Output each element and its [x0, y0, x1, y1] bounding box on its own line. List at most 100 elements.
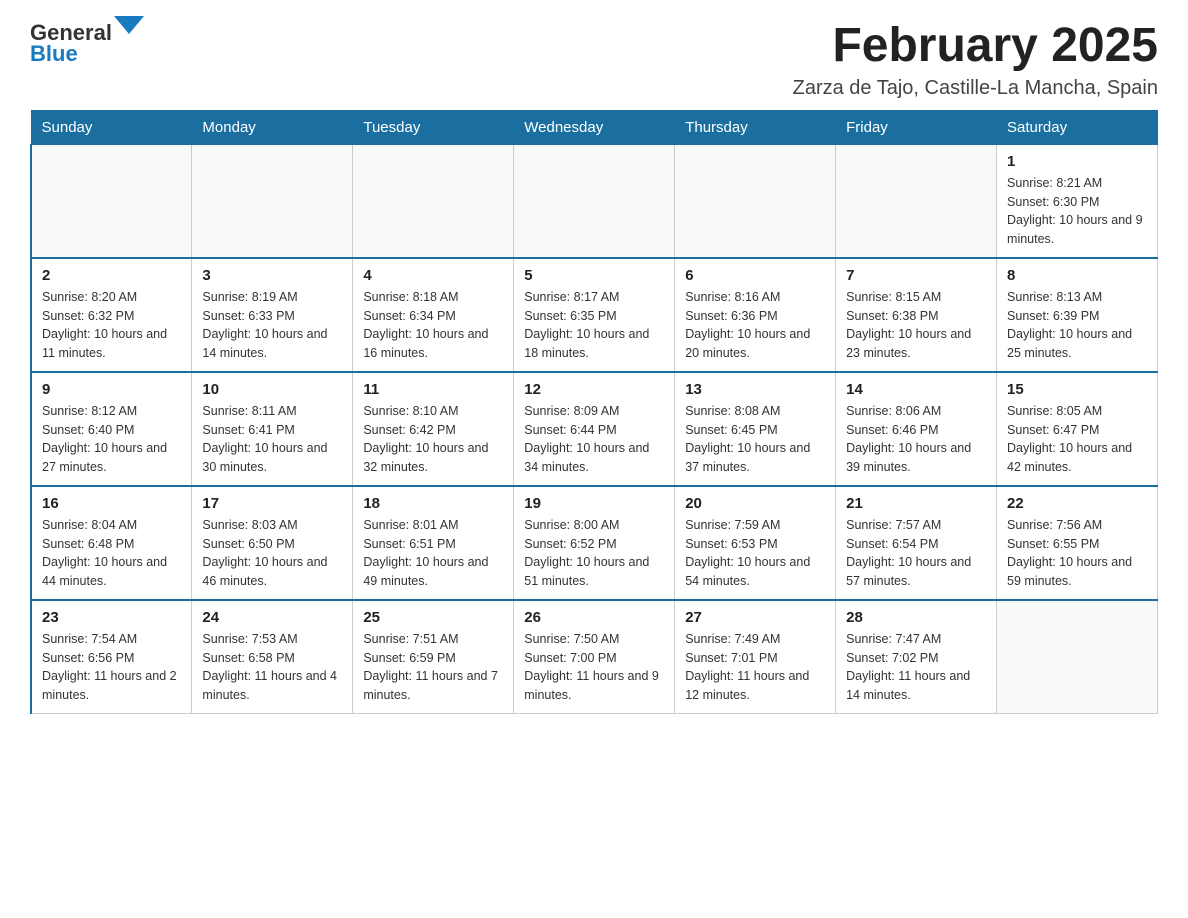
calendar-cell-23: 23 Sunrise: 7:54 AM Sunset: 6:56 PM Dayli… [31, 600, 192, 714]
day-info: Sunrise: 7:56 AM Sunset: 6:55 PM Dayligh… [1007, 516, 1147, 591]
calendar-cell-17: 17 Sunrise: 8:03 AM Sunset: 6:50 PM Dayli… [192, 486, 353, 600]
day-info: Sunrise: 8:16 AM Sunset: 6:36 PM Dayligh… [685, 288, 825, 363]
day-number: 28 [846, 609, 986, 626]
day-info: Sunrise: 7:50 AM Sunset: 7:00 PM Dayligh… [524, 630, 664, 705]
day-number: 23 [42, 609, 181, 626]
day-info: Sunrise: 8:20 AM Sunset: 6:32 PM Dayligh… [42, 288, 181, 363]
calendar-cell-2: 2 Sunrise: 8:20 AM Sunset: 6:32 PM Daylig… [31, 258, 192, 372]
calendar-cell-20: 20 Sunrise: 7:59 AM Sunset: 6:53 PM Dayli… [675, 486, 836, 600]
calendar-cell-8: 8 Sunrise: 8:13 AM Sunset: 6:39 PM Daylig… [997, 258, 1158, 372]
day-number: 7 [846, 267, 986, 284]
day-number: 1 [1007, 153, 1147, 170]
day-number: 20 [685, 495, 825, 512]
day-number: 21 [846, 495, 986, 512]
calendar-cell-empty [997, 600, 1158, 714]
day-info: Sunrise: 8:01 AM Sunset: 6:51 PM Dayligh… [363, 516, 503, 591]
day-info: Sunrise: 7:54 AM Sunset: 6:56 PM Dayligh… [42, 630, 181, 705]
calendar-header-tuesday: Tuesday [353, 110, 514, 144]
day-number: 25 [363, 609, 503, 626]
day-number: 5 [524, 267, 664, 284]
day-number: 4 [363, 267, 503, 284]
day-info: Sunrise: 8:12 AM Sunset: 6:40 PM Dayligh… [42, 402, 181, 477]
calendar-header-sunday: Sunday [31, 110, 192, 144]
day-info: Sunrise: 8:19 AM Sunset: 6:33 PM Dayligh… [202, 288, 342, 363]
day-number: 9 [42, 381, 181, 398]
calendar-cell-22: 22 Sunrise: 7:56 AM Sunset: 6:55 PM Dayli… [997, 486, 1158, 600]
calendar-cell-11: 11 Sunrise: 8:10 AM Sunset: 6:42 PM Dayli… [353, 372, 514, 486]
day-info: Sunrise: 8:06 AM Sunset: 6:46 PM Dayligh… [846, 402, 986, 477]
logo-blue: Blue [30, 41, 78, 66]
calendar-cell-19: 19 Sunrise: 8:00 AM Sunset: 6:52 PM Dayli… [514, 486, 675, 600]
day-info: Sunrise: 8:11 AM Sunset: 6:41 PM Dayligh… [202, 402, 342, 477]
calendar-cell-25: 25 Sunrise: 7:51 AM Sunset: 6:59 PM Dayli… [353, 600, 514, 714]
calendar-cell-15: 15 Sunrise: 8:05 AM Sunset: 6:47 PM Dayli… [997, 372, 1158, 486]
calendar-cell-6: 6Sunrise: 8:16 AM Sunset: 6:36 PM Daylig… [675, 258, 836, 372]
day-number: 12 [524, 381, 664, 398]
calendar-header-friday: Friday [836, 110, 997, 144]
calendar-header-monday: Monday [192, 110, 353, 144]
calendar-cell-empty [514, 144, 675, 258]
day-info: Sunrise: 7:59 AM Sunset: 6:53 PM Dayligh… [685, 516, 825, 591]
week-row-4: 16Sunrise: 8:04 AM Sunset: 6:48 PM Dayli… [31, 486, 1158, 600]
calendar-cell-empty [31, 144, 192, 258]
page-header: General Blue February 2025 Zarza de Tajo… [30, 20, 1158, 100]
calendar-header-thursday: Thursday [675, 110, 836, 144]
calendar-cell-24: 24 Sunrise: 7:53 AM Sunset: 6:58 PM Dayli… [192, 600, 353, 714]
calendar-header-row: SundayMondayTuesdayWednesdayThursdayFrid… [31, 110, 1158, 144]
day-info: Sunrise: 8:05 AM Sunset: 6:47 PM Dayligh… [1007, 402, 1147, 477]
day-info: Sunrise: 7:49 AM Sunset: 7:01 PM Dayligh… [685, 630, 825, 705]
calendar-cell-26: 26Sunrise: 7:50 AM Sunset: 7:00 PM Dayli… [514, 600, 675, 714]
location: Zarza de Tajo, Castille-La Mancha, Spain [793, 77, 1158, 100]
week-row-1: 1 Sunrise: 8:21 AM Sunset: 6:30 PM Daylig… [31, 144, 1158, 258]
calendar-cell-12: 12 Sunrise: 8:09 AM Sunset: 6:44 PM Dayli… [514, 372, 675, 486]
calendar-cell-5: 5 Sunrise: 8:17 AM Sunset: 6:35 PM Daylig… [514, 258, 675, 372]
day-info: Sunrise: 8:08 AM Sunset: 6:45 PM Dayligh… [685, 402, 825, 477]
title-block: February 2025 Zarza de Tajo, Castille-La… [793, 20, 1158, 100]
calendar-cell-27: 27 Sunrise: 7:49 AM Sunset: 7:01 PM Dayli… [675, 600, 836, 714]
day-number: 13 [685, 381, 825, 398]
calendar-cell-empty [353, 144, 514, 258]
day-info: Sunrise: 8:10 AM Sunset: 6:42 PM Dayligh… [363, 402, 503, 477]
day-info: Sunrise: 8:17 AM Sunset: 6:35 PM Dayligh… [524, 288, 664, 363]
day-number: 11 [363, 381, 503, 398]
day-number: 8 [1007, 267, 1147, 284]
calendar-cell-3: 3 Sunrise: 8:19 AM Sunset: 6:33 PM Daylig… [192, 258, 353, 372]
calendar-cell-21: 21 Sunrise: 7:57 AM Sunset: 6:54 PM Dayli… [836, 486, 997, 600]
day-info: Sunrise: 8:21 AM Sunset: 6:30 PM Dayligh… [1007, 174, 1147, 249]
calendar-cell-14: 14Sunrise: 8:06 AM Sunset: 6:46 PM Dayli… [836, 372, 997, 486]
day-number: 27 [685, 609, 825, 626]
calendar-cell-16: 16Sunrise: 8:04 AM Sunset: 6:48 PM Dayli… [31, 486, 192, 600]
day-number: 17 [202, 495, 342, 512]
day-number: 10 [202, 381, 342, 398]
day-info: Sunrise: 8:15 AM Sunset: 6:38 PM Dayligh… [846, 288, 986, 363]
calendar-cell-empty [675, 144, 836, 258]
day-info: Sunrise: 7:51 AM Sunset: 6:59 PM Dayligh… [363, 630, 503, 705]
day-info: Sunrise: 7:57 AM Sunset: 6:54 PM Dayligh… [846, 516, 986, 591]
day-number: 24 [202, 609, 342, 626]
day-info: Sunrise: 7:53 AM Sunset: 6:58 PM Dayligh… [202, 630, 342, 705]
day-number: 22 [1007, 495, 1147, 512]
day-info: Sunrise: 8:03 AM Sunset: 6:50 PM Dayligh… [202, 516, 342, 591]
day-number: 19 [524, 495, 664, 512]
day-info: Sunrise: 8:04 AM Sunset: 6:48 PM Dayligh… [42, 516, 181, 591]
calendar-cell-7: 7 Sunrise: 8:15 AM Sunset: 6:38 PM Daylig… [836, 258, 997, 372]
logo: General Blue [30, 20, 144, 66]
day-info: Sunrise: 7:47 AM Sunset: 7:02 PM Dayligh… [846, 630, 986, 705]
day-number: 18 [363, 495, 503, 512]
day-number: 3 [202, 267, 342, 284]
day-info: Sunrise: 8:09 AM Sunset: 6:44 PM Dayligh… [524, 402, 664, 477]
day-info: Sunrise: 8:00 AM Sunset: 6:52 PM Dayligh… [524, 516, 664, 591]
calendar-cell-9: 9 Sunrise: 8:12 AM Sunset: 6:40 PM Daylig… [31, 372, 192, 486]
day-number: 15 [1007, 381, 1147, 398]
week-row-2: 2 Sunrise: 8:20 AM Sunset: 6:32 PM Daylig… [31, 258, 1158, 372]
calendar-cell-4: 4Sunrise: 8:18 AM Sunset: 6:34 PM Daylig… [353, 258, 514, 372]
day-info: Sunrise: 8:13 AM Sunset: 6:39 PM Dayligh… [1007, 288, 1147, 363]
calendar-header-saturday: Saturday [997, 110, 1158, 144]
month-title: February 2025 [793, 20, 1158, 73]
week-row-3: 9 Sunrise: 8:12 AM Sunset: 6:40 PM Daylig… [31, 372, 1158, 486]
day-number: 2 [42, 267, 181, 284]
calendar-cell-empty [836, 144, 997, 258]
calendar-cell-18: 18 Sunrise: 8:01 AM Sunset: 6:51 PM Dayli… [353, 486, 514, 600]
calendar-cell-13: 13 Sunrise: 8:08 AM Sunset: 6:45 PM Dayli… [675, 372, 836, 486]
calendar-cell-10: 10 Sunrise: 8:11 AM Sunset: 6:41 PM Dayli… [192, 372, 353, 486]
